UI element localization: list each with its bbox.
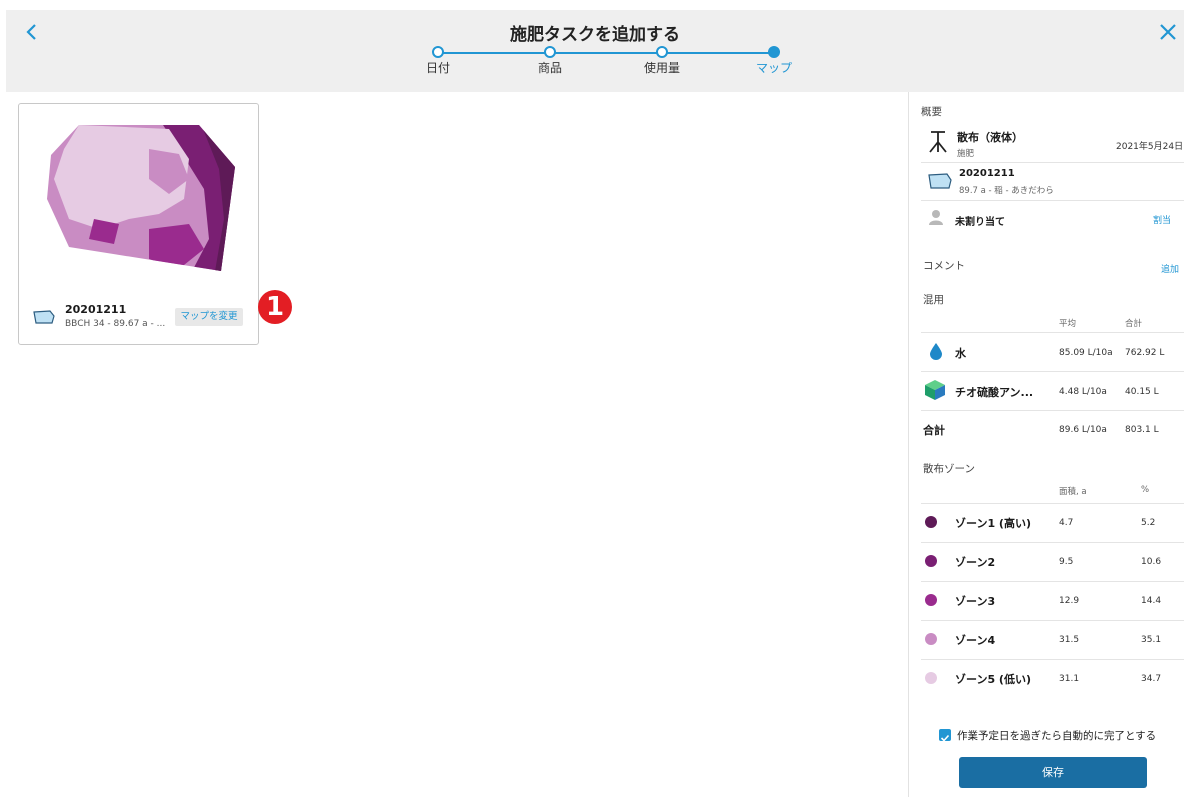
step-dot — [656, 46, 668, 58]
divider — [921, 620, 1184, 621]
zone-name: ゾーン2 — [955, 556, 996, 569]
add-comment-link[interactable]: 追加 — [1161, 262, 1179, 275]
zone-color-dot — [925, 594, 937, 606]
operation-title: 散布（液体） — [957, 131, 1023, 144]
product-cube-icon — [925, 380, 945, 400]
field-name: 20201211 — [65, 303, 127, 316]
divider — [921, 371, 1184, 372]
divider — [921, 503, 1184, 504]
step-date[interactable]: 日付 — [408, 46, 468, 76]
step-label: 商品 — [537, 61, 562, 75]
prescription-map-image — [47, 125, 235, 271]
panel-field-name: 20201211 — [959, 168, 1015, 179]
step-dot — [432, 46, 444, 58]
sprayer-icon — [929, 131, 947, 153]
mix-title: 混用 — [923, 294, 944, 306]
stepper-line — [438, 52, 774, 54]
mix-row-avg: 85.09 L/10a — [1059, 348, 1113, 358]
zones-col-pct: % — [1141, 485, 1150, 495]
mix-total-total: 803.1 L — [1125, 425, 1159, 435]
operation-subtitle: 施肥 — [957, 149, 975, 159]
zone-color-dot — [925, 633, 937, 645]
zone-color-dot — [925, 516, 937, 528]
divider — [921, 581, 1184, 582]
page-title: 施肥タスクを追加する — [510, 25, 680, 45]
mix-total-avg: 89.6 L/10a — [1059, 425, 1107, 435]
mix-row-name: チオ硫酸アン... — [955, 386, 1034, 399]
operation-date: 2021年5月24日 — [1116, 142, 1184, 152]
mix-row-avg: 4.48 L/10a — [1059, 387, 1107, 397]
divider — [921, 542, 1184, 543]
zone-area: 9.5 — [1059, 557, 1074, 567]
zone-color-dot — [925, 555, 937, 567]
mix-row-name: 水 — [955, 347, 966, 360]
divider — [921, 332, 1184, 333]
mix-col-total: 合計 — [1125, 319, 1143, 329]
zone-name: ゾーン5 (低い) — [955, 673, 1031, 686]
map-card[interactable]: 20201211 BBCH 34 - 89.67 a - ... マップを変更 — [18, 103, 259, 345]
checkmark-icon — [940, 734, 950, 742]
step-label: 使用量 — [643, 61, 680, 75]
wizard-stepper: 日付 商品 使用量 マップ — [426, 46, 792, 92]
task-summary-panel: 概要 散布（液体） 施肥 2021年5月24日 20201211 89.7 a … — [908, 92, 1184, 797]
zone-pct: 10.6 — [1141, 557, 1162, 567]
divider — [921, 200, 1184, 201]
save-button[interactable]: 保存 — [959, 757, 1147, 788]
close-icon[interactable] — [1156, 20, 1180, 44]
zone-area: 12.9 — [1059, 596, 1080, 606]
step-dot — [768, 46, 780, 58]
zone-pct: 35.1 — [1141, 635, 1162, 645]
zones-col-area: 面積, a — [1059, 487, 1087, 497]
step-dot — [544, 46, 556, 58]
auto-complete-checkbox[interactable] — [939, 729, 951, 742]
step-label: 日付 — [425, 61, 450, 75]
field-subtitle: BBCH 34 - 89.67 a - ... — [65, 319, 166, 329]
water-drop-icon — [930, 343, 942, 360]
mix-total-name: 合計 — [923, 424, 945, 437]
field-shape-icon — [928, 173, 952, 189]
divider — [921, 162, 1184, 163]
zone-color-dot — [925, 672, 937, 684]
zone-pct: 5.2 — [1141, 518, 1156, 528]
auto-complete-label: 作業予定日を過ぎたら自動的に完了とする — [957, 730, 1157, 742]
mix-row-total: 762.92 L — [1125, 348, 1165, 358]
zone-name: ゾーン1 (高い) — [955, 517, 1031, 530]
panel-field-subtitle: 89.7 a - 稲 - あきだわら — [959, 186, 1054, 196]
divider — [921, 410, 1184, 411]
assign-link[interactable]: 割当 — [1153, 213, 1171, 226]
field-shape-icon — [33, 310, 55, 324]
zones-title: 散布ゾーン — [923, 463, 975, 475]
zone-area: 31.5 — [1059, 635, 1080, 645]
mix-row-total: 40.15 L — [1125, 387, 1159, 397]
header-bar: 施肥タスクを追加する 日付 商品 使用量 マップ — [6, 10, 1184, 92]
user-avatar-icon — [929, 210, 943, 225]
zone-area: 4.7 — [1059, 518, 1074, 528]
mix-col-avg: 平均 — [1059, 319, 1077, 329]
step-map[interactable]: マップ — [744, 46, 804, 76]
annotation-badge-1: 1 — [258, 290, 292, 324]
summary-title: 概要 — [921, 106, 942, 118]
change-map-button[interactable]: マップを変更 — [175, 308, 243, 326]
zone-name: ゾーン4 — [955, 634, 996, 647]
comment-title: コメント — [923, 260, 965, 272]
zone-pct: 34.7 — [1141, 674, 1162, 684]
zone-name: ゾーン3 — [955, 595, 996, 608]
step-amount[interactable]: 使用量 — [632, 46, 692, 76]
assignee-label: 未割り当て — [955, 217, 1005, 228]
divider — [921, 659, 1184, 660]
zone-pct: 14.4 — [1141, 596, 1162, 606]
step-product[interactable]: 商品 — [520, 46, 580, 76]
step-label: マップ — [755, 61, 792, 75]
zone-area: 31.1 — [1059, 674, 1080, 684]
